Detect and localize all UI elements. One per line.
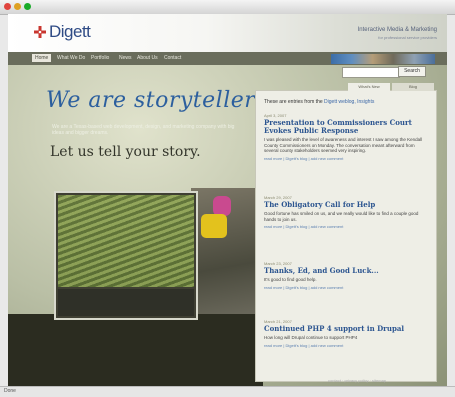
vineyard-image: [58, 195, 194, 287]
window-titlebar: [0, 0, 455, 15]
sidebar-tabs: What's New Blog: [348, 83, 434, 91]
nav-item-about[interactable]: About Us: [134, 54, 161, 62]
hero-intro: We are a Texas-based web development, de…: [52, 124, 235, 136]
list-item: March 23, 2007 Thanks, Ed, and Good Luck…: [264, 261, 424, 290]
footer-links[interactable]: contact · privacy policy · sitemap: [328, 378, 386, 383]
hero-headline: We are storytellers: [46, 88, 268, 113]
site-tagline: Interactive Media & Marketing for profes…: [358, 27, 437, 41]
list-item: April 3, 2007 Presentation to Commission…: [264, 113, 424, 161]
post-links[interactable]: read more | Digett's blog | add new comm…: [264, 343, 424, 348]
post-links[interactable]: read more | Digett's blog | add new comm…: [264, 156, 424, 161]
minimize-window-button[interactable]: [14, 3, 21, 10]
list-item: March 29, 2007 The Obligatory Call for H…: [264, 195, 424, 229]
tab-whats-new[interactable]: What's New: [348, 83, 390, 91]
post-links[interactable]: read more | Digett's blog | add new comm…: [264, 224, 424, 229]
news-sidebar: What's New Blog These are entries from t…: [255, 83, 437, 382]
vineyard-photo: [54, 191, 198, 320]
post-excerpt: How long will Drupal continue to support…: [264, 335, 358, 340]
post-excerpt: I was pleased with the level of awarenes…: [264, 137, 423, 153]
sidebar-intro-link[interactable]: Digett weblog, Insights: [324, 99, 374, 105]
photo-caption-area: [58, 289, 194, 316]
search-button[interactable]: Search: [398, 66, 426, 77]
tagline-main: Interactive Media & Marketing: [357, 27, 437, 33]
post-excerpt: Good fortune has smiled on us, and we re…: [264, 211, 419, 222]
sidebar-intro-text: These are entries from the: [264, 99, 323, 105]
search-input[interactable]: [342, 67, 400, 78]
post-links[interactable]: read more | Digett's blog | add new comm…: [264, 285, 424, 290]
sidebar-intro: These are entries from the Digett weblog…: [264, 99, 374, 105]
tagline-sub: for professional service providers: [378, 35, 437, 40]
post-title-link[interactable]: Presentation to Commissioners Court Evok…: [264, 119, 424, 135]
nav-item-what-we-do[interactable]: What We Do: [54, 54, 88, 62]
list-item: March 21, 2007 Continued PHP 4 support i…: [264, 319, 424, 348]
hero-climber-photo: [191, 188, 263, 318]
status-text: Done: [4, 388, 16, 394]
climber-figure-2: [201, 214, 227, 238]
post-title-link[interactable]: Thanks, Ed, and Good Luck...: [264, 267, 424, 275]
browser-statusbar: Done: [0, 386, 455, 397]
close-window-button[interactable]: [4, 3, 11, 10]
nav-item-home[interactable]: Home: [32, 54, 52, 62]
post-title-link[interactable]: The Obligatory Call for Help: [264, 201, 424, 209]
nav-item-news[interactable]: News: [116, 54, 135, 62]
nav-item-portfolio[interactable]: Portfolio: [88, 54, 112, 62]
site-header: Digett Interactive Media & Marketing for…: [8, 14, 447, 52]
zoom-window-button[interactable]: [24, 3, 31, 10]
header-photo-strip: [331, 54, 435, 64]
tab-blog[interactable]: Blog: [392, 83, 434, 91]
post-excerpt: It's good to find good help.: [264, 277, 317, 282]
hero-subheadline: Let us tell your story.: [50, 144, 201, 160]
browser-viewport: Digett Interactive Media & Marketing for…: [8, 14, 447, 386]
post-title-link[interactable]: Continued PHP 4 support in Drupal: [264, 325, 424, 333]
hero-bottom-band: [8, 314, 263, 386]
climber-figure: [213, 196, 231, 216]
nav-item-contact[interactable]: Contact: [161, 54, 184, 62]
logo-cross-icon: [34, 26, 46, 38]
site-logo[interactable]: Digett: [49, 22, 91, 42]
